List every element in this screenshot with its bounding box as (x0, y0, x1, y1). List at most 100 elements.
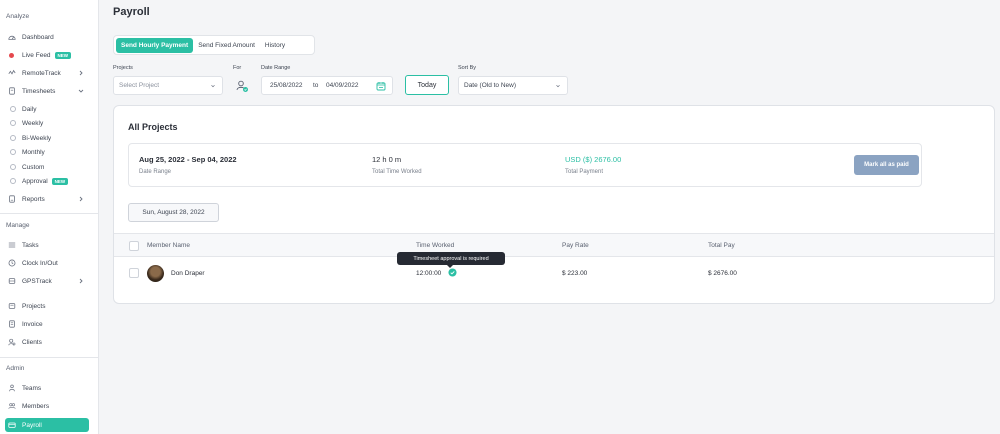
sort-by-label: Sort By (458, 65, 477, 71)
today-button[interactable]: Today (405, 75, 449, 95)
calendar-icon (376, 82, 386, 91)
payroll-summary: Aug 25, 2022 - Sep 04, 2022 Date Range 1… (128, 143, 922, 187)
sidebar-item-remotetrack[interactable]: RemoteTrack (5, 66, 89, 80)
avatar (147, 265, 164, 282)
sidebar-item-label: Teams (22, 384, 42, 392)
tab-history[interactable]: History (260, 38, 290, 53)
remotetrack-icon (7, 69, 16, 78)
mark-all-paid-button[interactable]: Mark all as paid (854, 155, 919, 175)
chevron-right-icon (79, 278, 83, 284)
new-badge: NEW (54, 51, 72, 59)
pay-rate: $ 223.00 (562, 270, 588, 277)
sidebar-item-label: Tasks (22, 241, 39, 249)
table-row: Don Draper 12:00:00 $ 223.00 $ 2676.00 (114, 258, 994, 290)
sidebar-item-tasks[interactable]: Tasks (5, 238, 89, 252)
divider (0, 213, 99, 214)
sidebar-item-weekly[interactable]: Weekly (5, 116, 89, 130)
circle-icon (9, 135, 16, 142)
sidebar-item-approval[interactable]: Approval NEW (5, 174, 89, 188)
circle-icon (9, 178, 16, 185)
sidebar-item-label: Clients (22, 338, 42, 346)
tab-send-fixed-amount[interactable]: Send Fixed Amount (193, 38, 260, 53)
period-label: Date Range (139, 169, 172, 175)
table-header: Member Name Time Worked Pay Rate Total P… (114, 233, 994, 257)
sidebar-item-monthly[interactable]: Monthly (5, 145, 89, 159)
tab-send-hourly-payment[interactable]: Send Hourly Payment (116, 37, 194, 53)
sidebar-item-label: Projects (22, 302, 46, 310)
sidebar-item-label: Live Feed (22, 51, 51, 59)
sidebar-item-custom[interactable]: Custom (5, 160, 89, 174)
circle-icon (9, 120, 16, 127)
project-select[interactable]: Select Project (113, 76, 223, 95)
dashboard-icon (7, 33, 16, 42)
header-member-name: Member Name (147, 242, 190, 249)
date-to: 04/09/2022 (326, 82, 359, 89)
sidebar-item-timesheets[interactable]: Timesheets (5, 84, 89, 98)
page-title: Payroll (113, 6, 150, 18)
sidebar-item-label: Approval (22, 177, 48, 185)
sidebar-item-reports[interactable]: Reports (5, 192, 89, 206)
chevron-right-icon (79, 196, 83, 202)
member-select-icon[interactable] (235, 79, 249, 93)
gps-icon (7, 277, 16, 286)
sort-select[interactable]: Date (Old to New) (458, 76, 568, 95)
header-pay-rate: Pay Rate (562, 242, 589, 249)
circle-icon (9, 164, 16, 171)
sidebar-item-dashboard[interactable]: Dashboard (5, 30, 89, 44)
sidebar-item-projects[interactable]: Projects (5, 299, 89, 313)
projects-icon (7, 302, 16, 311)
sidebar-item-label: Daily (22, 105, 37, 113)
payment-tabs: Send Hourly Payment Send Fixed Amount Hi… (113, 35, 315, 55)
sidebar-item-label: Invoice (22, 320, 43, 328)
teams-icon (7, 384, 16, 393)
date-from: 25/08/2022 (270, 82, 303, 89)
date-range-label: Date Range (261, 65, 291, 71)
sidebar-item-gpstrack[interactable]: GPSTrack (5, 274, 89, 288)
section-title-manage: Manage (6, 222, 30, 229)
sidebar-item-label: Timesheets (22, 87, 56, 95)
total-payment-label: Total Payment (565, 169, 604, 175)
sidebar-item-label: RemoteTrack (22, 69, 61, 77)
date-group-chip[interactable]: Sun, August 28, 2022 (128, 203, 219, 222)
section-title-analyze: Analyze (6, 13, 30, 20)
sort-select-value: Date (Old to New) (464, 82, 517, 89)
new-badge: NEW (51, 177, 69, 185)
total-payment-value: USD ($) 2676.00 (565, 155, 622, 164)
sidebar-item-live-feed[interactable]: Live Feed NEW (5, 48, 89, 62)
circle-icon (9, 106, 16, 113)
sidebar-item-clients[interactable]: Clients (5, 335, 89, 349)
reports-icon (7, 195, 16, 204)
tasks-icon (7, 241, 16, 250)
sidebar-item-daily[interactable]: Daily (5, 102, 89, 116)
member-name[interactable]: Don Draper (171, 270, 205, 277)
circle-icon (9, 149, 16, 156)
sidebar-item-label: Dashboard (22, 33, 54, 41)
total-time-value: 12 h 0 m (372, 155, 402, 164)
sidebar-item-label: Bi-Weekly (22, 134, 52, 142)
invoice-icon (7, 320, 16, 329)
select-all-checkbox[interactable] (129, 241, 139, 251)
sidebar-item-clock[interactable]: Clock In/Out (5, 256, 89, 270)
header-time-worked: Time Worked (416, 242, 455, 249)
check-circle-icon[interactable] (448, 268, 457, 277)
total-time-label: Total Time Worked (372, 169, 422, 175)
date-to-word: to (313, 82, 319, 89)
project-select-placeholder: Select Project (119, 82, 160, 89)
clock-icon (7, 259, 16, 268)
date-range-picker[interactable]: 25/08/2022 to 04/09/2022 (261, 76, 393, 95)
sidebar-item-payroll[interactable]: Payroll (5, 418, 89, 432)
all-projects-card: All Projects Aug 25, 2022 - Sep 04, 2022… (113, 105, 995, 304)
row-checkbox[interactable] (129, 268, 139, 278)
sidebar-item-invoice[interactable]: Invoice (5, 317, 89, 331)
sidebar-item-label: Weekly (22, 119, 44, 127)
sidebar-item-label: Members (22, 402, 50, 410)
period-value: Aug 25, 2022 - Sep 04, 2022 (139, 155, 237, 164)
sidebar-item-members[interactable]: Members (5, 399, 89, 413)
members-icon (7, 402, 16, 411)
card-title: All Projects (128, 122, 178, 132)
for-label: For (233, 65, 242, 71)
sidebar-item-biweekly[interactable]: Bi-Weekly (5, 131, 89, 145)
live-dot-icon (7, 51, 16, 60)
chevron-down-icon (78, 89, 84, 93)
sidebar-item-teams[interactable]: Teams (5, 381, 89, 395)
